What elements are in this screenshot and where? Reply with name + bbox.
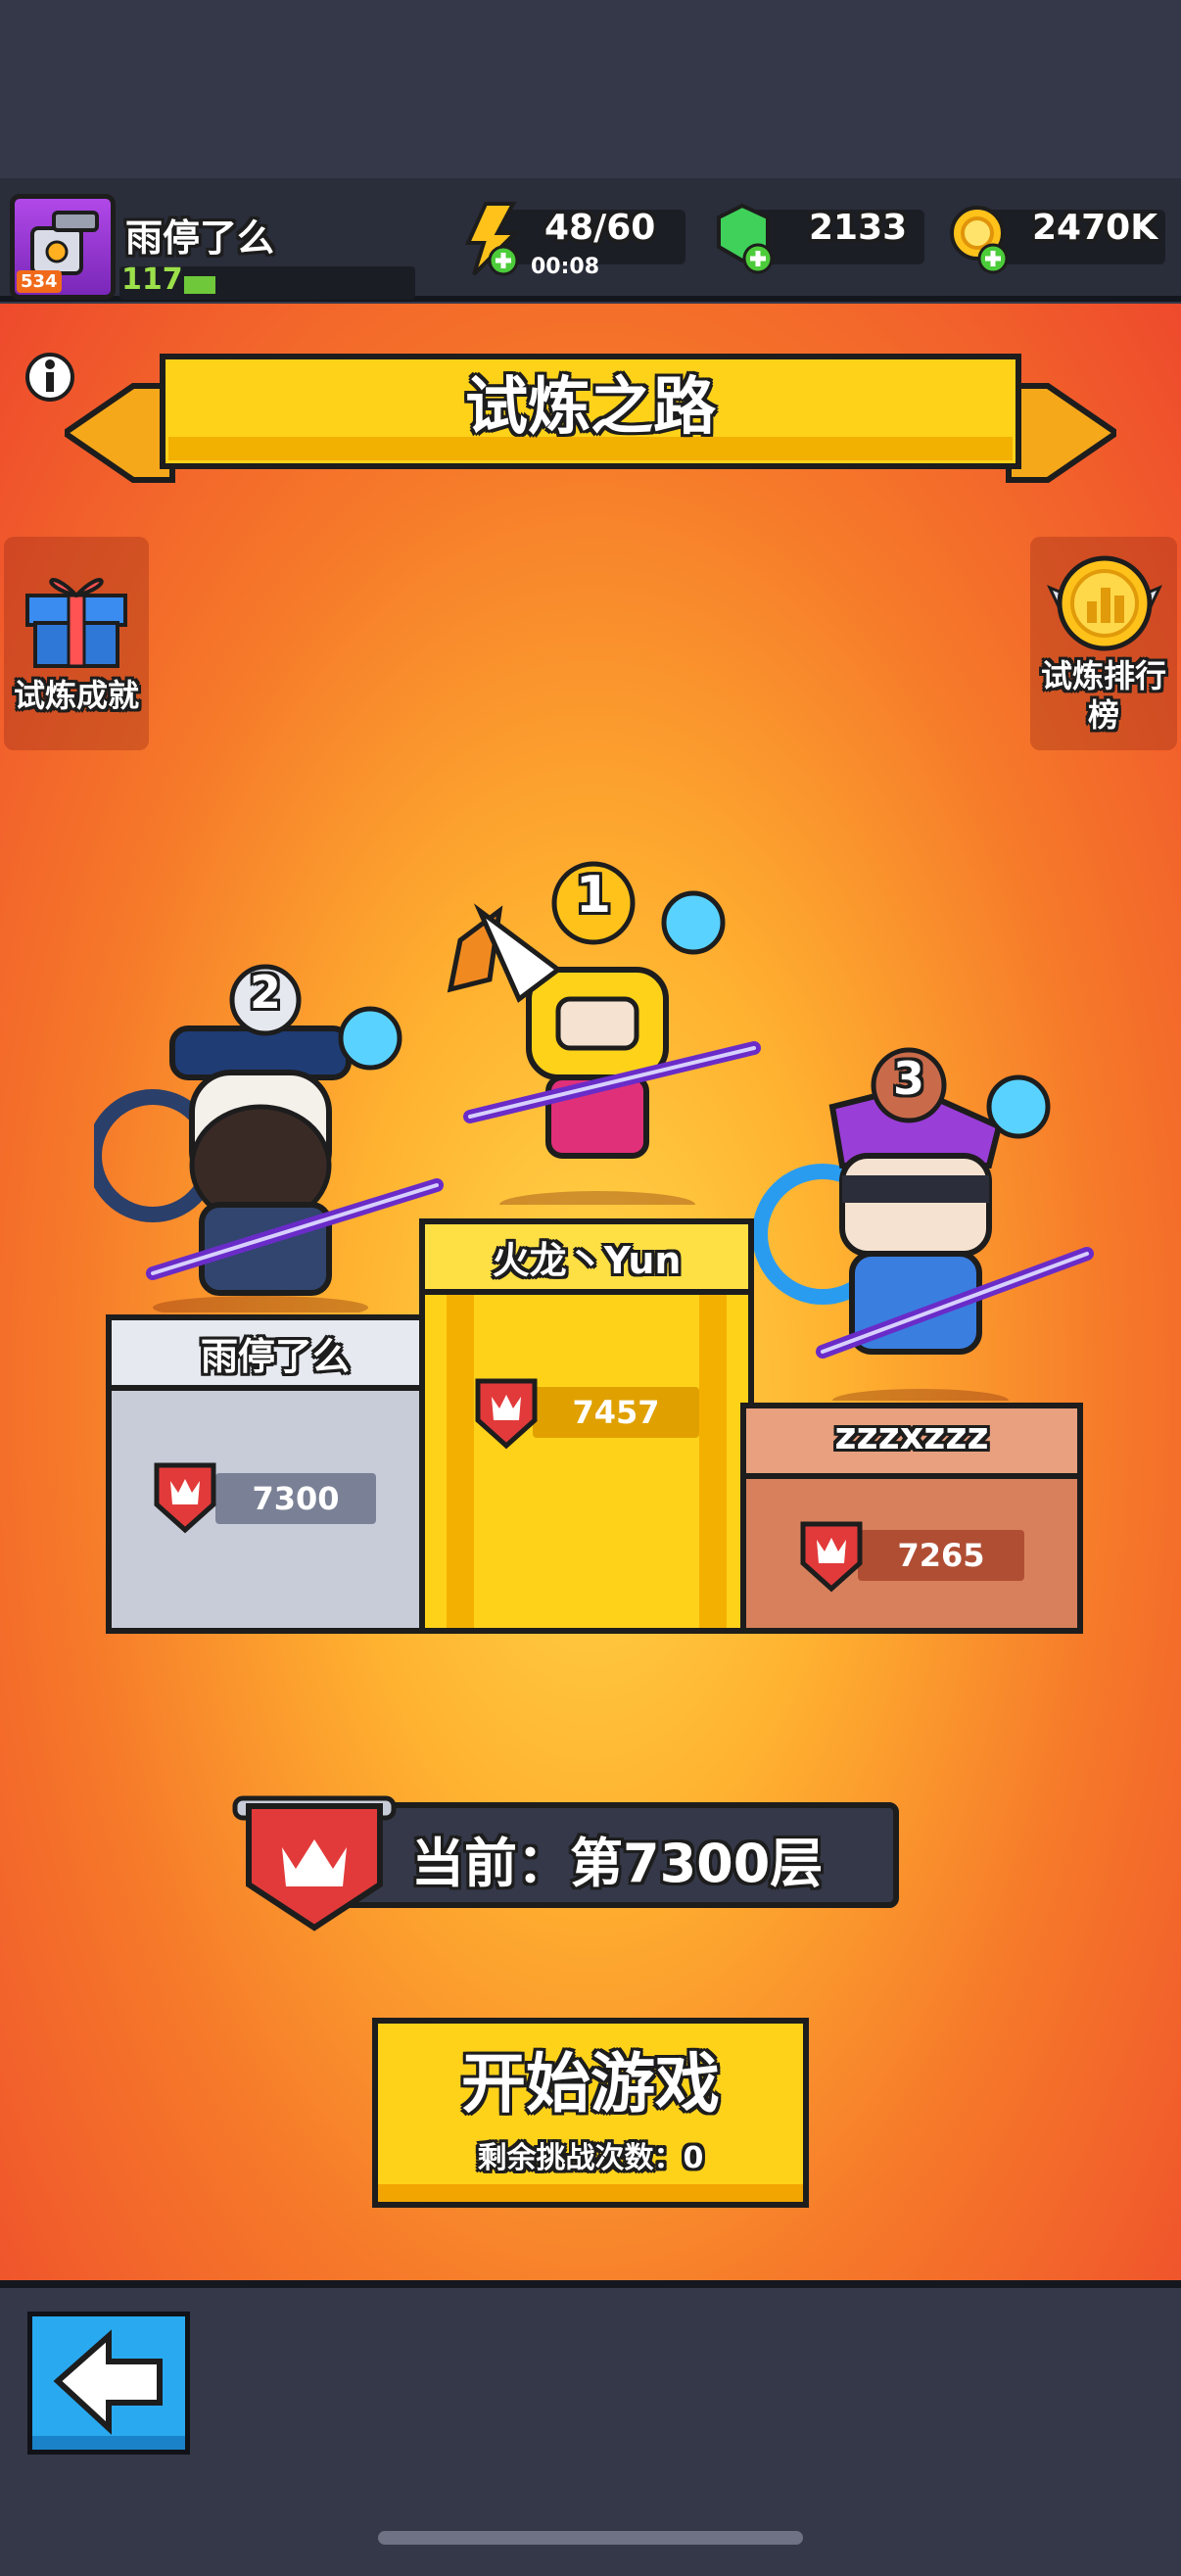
leaderboard-medal-icon	[1047, 555, 1162, 651]
status-bar-area	[0, 0, 1181, 181]
rank2-score: 7300	[215, 1473, 376, 1524]
home-indicator[interactable]	[378, 2531, 803, 2545]
energy-timer: 00:08	[531, 255, 600, 279]
start-game-label: 开始游戏	[461, 2046, 720, 2122]
rank1-player-name: 火龙丶Yun	[492, 1239, 682, 1282]
rank3-player-name: zzzxzzz	[834, 1414, 989, 1457]
leaderboard-label-line1: 试炼排行	[1040, 657, 1166, 694]
page-title: 试炼之路	[465, 371, 716, 444]
lightning-icon	[464, 202, 520, 276]
xp-bar-fill	[184, 276, 215, 294]
current-floor-shield-icon	[232, 1795, 397, 1932]
remaining-attempts: 剩余挑战次数：0	[477, 2141, 704, 2175]
energy-value: 48/60	[544, 208, 656, 248]
rank1-score: 7457	[533, 1387, 699, 1438]
back-button[interactable]	[27, 2312, 190, 2455]
achievements-label: 试炼成就	[13, 677, 139, 714]
arrow-left-icon	[53, 2329, 163, 2435]
avatar-level-badge: 534	[17, 270, 62, 293]
rank2-number: 2	[249, 966, 281, 1019]
gold-coin-icon	[950, 206, 1009, 274]
rank3-score: 7265	[858, 1530, 1024, 1581]
rank3-shield-icon	[800, 1521, 863, 1593]
rank2-shield-icon	[154, 1462, 216, 1534]
green-gem-icon	[717, 203, 774, 274]
player-level: 117	[121, 262, 183, 297]
rank3-number: 3	[892, 1052, 924, 1105]
gift-icon	[25, 578, 127, 668]
rank1-number: 1	[575, 866, 612, 925]
rank2-player-name: 雨停了么	[200, 1335, 350, 1378]
player-avatar[interactable]: 534	[10, 194, 116, 300]
current-floor-text: 当前：第7300层	[411, 1833, 824, 1894]
leaderboard-label: 试炼排行 榜	[1030, 656, 1177, 735]
coin-value: 2470K	[1032, 208, 1158, 248]
gem-value: 2133	[809, 208, 908, 248]
rank1-shield-icon	[475, 1378, 538, 1450]
leaderboard-label-line2: 榜	[1087, 696, 1119, 734]
player-name: 雨停了么	[125, 216, 275, 260]
